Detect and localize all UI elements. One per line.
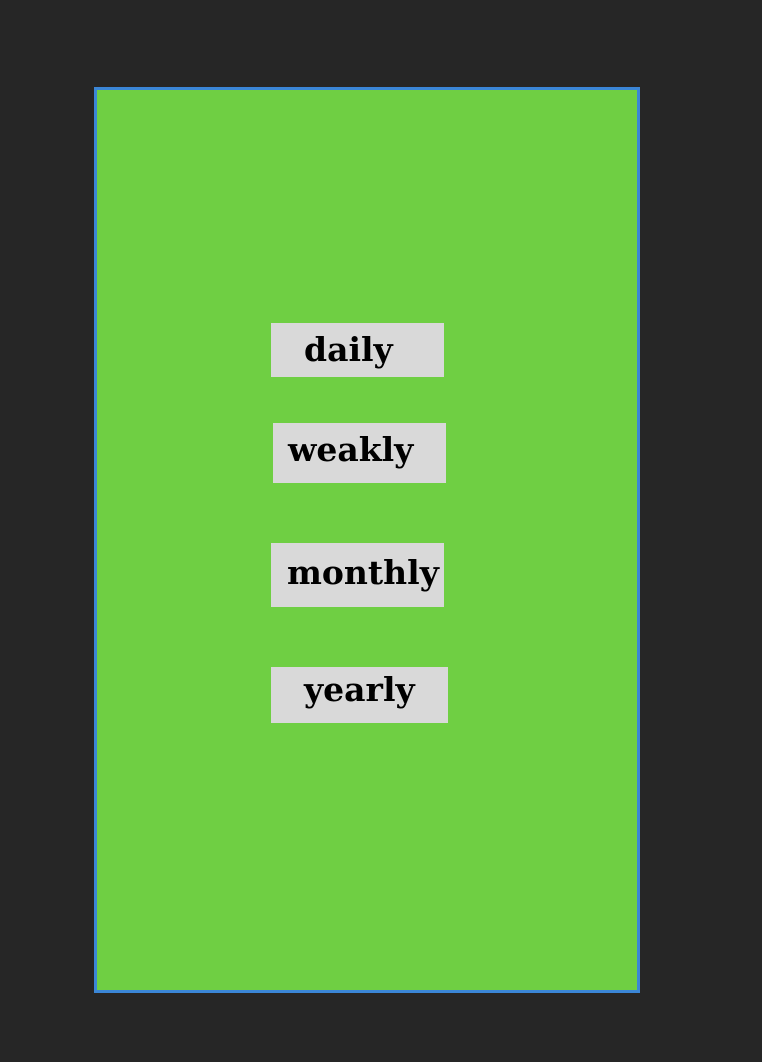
monthly-button[interactable]: monthly <box>271 543 444 607</box>
daily-button-label: daily <box>304 330 393 369</box>
weekly-button[interactable]: weakly <box>273 423 446 483</box>
daily-button[interactable]: daily <box>271 323 444 377</box>
frequency-panel: daily weakly monthly yearly <box>94 87 640 993</box>
yearly-button-label: yearly <box>304 670 415 709</box>
weekly-button-label: weakly <box>288 430 414 469</box>
yearly-button[interactable]: yearly <box>271 667 448 723</box>
monthly-button-label: monthly <box>287 553 439 592</box>
